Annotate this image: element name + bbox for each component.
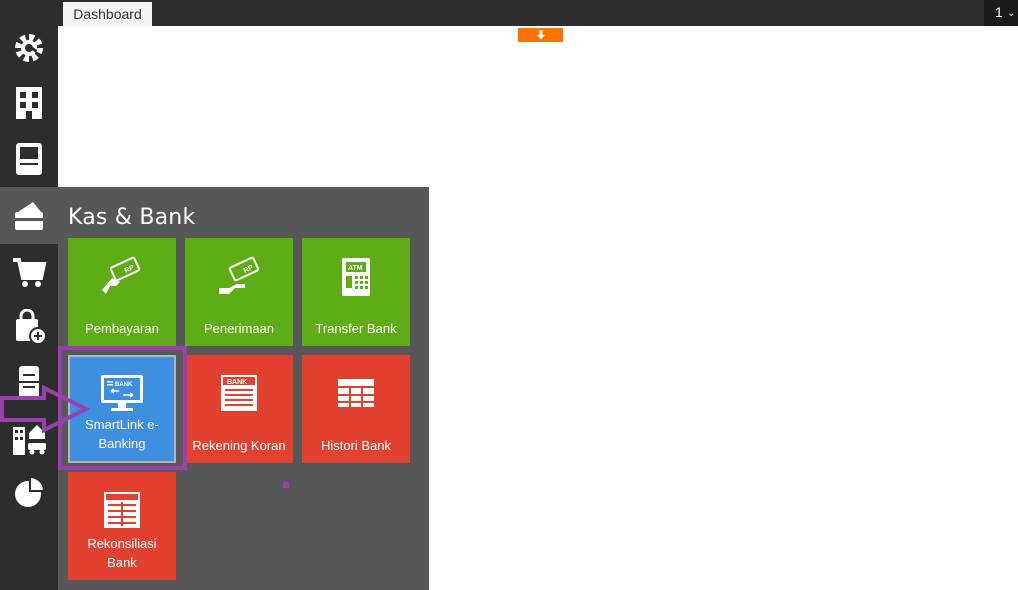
window-count: 1 bbox=[995, 4, 1003, 20]
tile-penerimaan[interactable]: RP Penerimaan bbox=[185, 238, 293, 346]
settings-gear-icon bbox=[15, 33, 43, 62]
sidebar bbox=[0, 26, 58, 590]
tile-rekening-koran[interactable]: BANK Rekening Koran bbox=[185, 355, 293, 463]
tile-label: Pembayaran bbox=[85, 321, 159, 336]
tile-histori-bank[interactable]: Histori Bank bbox=[302, 355, 410, 463]
tile-label: Penerimaan bbox=[203, 321, 275, 336]
atm-icon: ATM bbox=[342, 258, 370, 296]
sidebar-item-ledger[interactable] bbox=[0, 130, 58, 187]
sidebar-item-reports[interactable] bbox=[0, 464, 58, 521]
bank-mark: BANK bbox=[227, 379, 247, 386]
tile-rekonsiliasi-bank[interactable]: Rekonsiliasi Bank bbox=[68, 472, 176, 580]
arrow-down-icon bbox=[536, 30, 545, 40]
receive-card-hand-icon: RP bbox=[219, 256, 260, 294]
chevron-down-icon: ⌄ bbox=[1007, 8, 1016, 19]
tile-label: Rekening Koran bbox=[192, 438, 286, 453]
sidebar-item-sales[interactable] bbox=[0, 298, 58, 355]
tile-label: Rekonsiliasi Bank bbox=[87, 536, 157, 570]
tab-dashboard[interactable]: Dashboard bbox=[63, 2, 152, 26]
pie-chart-icon bbox=[15, 475, 46, 507]
bank-statement-icon: BANK bbox=[221, 375, 257, 411]
top-bar: Dashboard 1 ⌄ bbox=[0, 0, 1018, 26]
panel-title: Kas & Bank bbox=[68, 205, 196, 230]
annotation-dot bbox=[283, 482, 289, 488]
payment-card-hand-icon: RP bbox=[102, 256, 141, 294]
wallet-icon bbox=[15, 201, 43, 230]
shopping-cart-icon bbox=[13, 257, 47, 287]
tile-transfer-bank[interactable]: ATM Transfer Bank bbox=[302, 238, 410, 346]
sidebar-item-purchase[interactable] bbox=[0, 243, 58, 300]
sidebar-item-kas-bank[interactable] bbox=[0, 187, 58, 244]
annotation-arrow-icon bbox=[0, 384, 90, 434]
sidebar-item-company[interactable] bbox=[0, 74, 58, 131]
tile-label: Histori Bank bbox=[320, 438, 392, 453]
collapse-toggle[interactable] bbox=[518, 28, 563, 42]
shopping-bag-add-icon bbox=[16, 308, 47, 345]
building-icon bbox=[16, 86, 42, 119]
notebook-icon bbox=[16, 142, 42, 175]
window-switcher[interactable]: 1 ⌄ bbox=[984, 0, 1018, 26]
reconcile-sheet-icon bbox=[104, 492, 140, 528]
tile-pembayaran[interactable]: RP Pembayaran bbox=[68, 238, 176, 346]
tile-label: Transfer Bank bbox=[315, 321, 397, 336]
atm-mark: ATM bbox=[348, 265, 363, 272]
sidebar-item-settings[interactable] bbox=[0, 19, 58, 76]
table-grid-icon bbox=[338, 379, 374, 407]
